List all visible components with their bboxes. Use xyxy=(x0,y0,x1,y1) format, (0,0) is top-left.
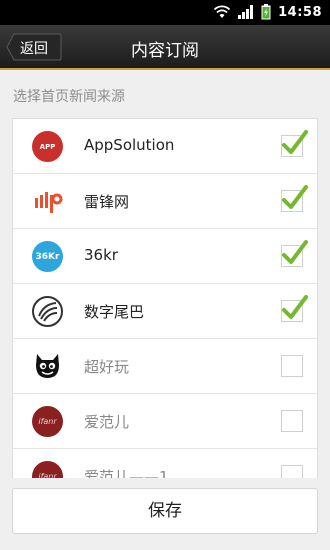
source-checkbox[interactable] xyxy=(281,185,308,212)
ifanr-logo: ifanr xyxy=(32,406,63,437)
list-item[interactable]: 雷锋网 xyxy=(13,174,317,229)
title-bar: 返回 内容订阅 xyxy=(0,25,330,70)
appsolution-logo: APP xyxy=(32,131,63,162)
battery-icon xyxy=(261,4,271,20)
source-checkbox[interactable] xyxy=(281,355,303,377)
dgtle-logo xyxy=(32,296,63,327)
save-button[interactable]: 保存 xyxy=(12,488,318,534)
list-item[interactable]: 36Kr 36kr xyxy=(13,229,317,284)
source-checkbox[interactable] xyxy=(281,130,308,157)
36kr-logo: 36Kr xyxy=(32,241,63,272)
chaohaowan-logo xyxy=(32,351,63,382)
source-name: 爱范儿 xyxy=(84,413,130,431)
wifi-icon xyxy=(213,5,231,18)
source-checkbox[interactable] xyxy=(281,465,303,478)
list-item[interactable]: 数字尾巴 xyxy=(13,284,317,339)
clock: 14:58 xyxy=(278,4,322,20)
ifanr-logo: ifanr xyxy=(32,461,63,478)
leiphone-logo xyxy=(32,186,63,217)
list-item[interactable]: ifanr 爱范儿——1 xyxy=(13,449,317,478)
checkmark-icon xyxy=(282,240,308,264)
footer-bar: 保存 xyxy=(0,478,330,550)
checkmark-icon xyxy=(282,295,308,319)
signal-icon xyxy=(238,5,254,19)
source-name: AppSolution xyxy=(84,136,175,154)
list-item[interactable]: APP AppSolution xyxy=(13,119,317,174)
source-checkbox[interactable] xyxy=(281,240,308,267)
list-item[interactable]: 超好玩 xyxy=(13,339,317,394)
source-name: 36kr xyxy=(84,246,118,264)
page-title: 内容订阅 xyxy=(131,41,199,61)
source-list: APP AppSolution 雷锋网 36Kr 36kr 数字尾巴 超好玩 i… xyxy=(12,118,318,478)
source-name: 爱范儿——1 xyxy=(84,468,169,478)
status-bar: 14:58 xyxy=(0,0,330,25)
source-name: 超好玩 xyxy=(84,358,130,376)
checkmark-icon xyxy=(282,185,308,209)
list-item[interactable]: ifanr 爱范儿 xyxy=(13,394,317,449)
source-checkbox[interactable] xyxy=(281,295,308,322)
checkmark-icon xyxy=(282,130,308,154)
source-name: 雷锋网 xyxy=(84,193,130,211)
section-label: 选择首页新闻来源 xyxy=(13,89,125,105)
source-checkbox[interactable] xyxy=(281,410,303,432)
source-name: 数字尾巴 xyxy=(84,303,145,321)
